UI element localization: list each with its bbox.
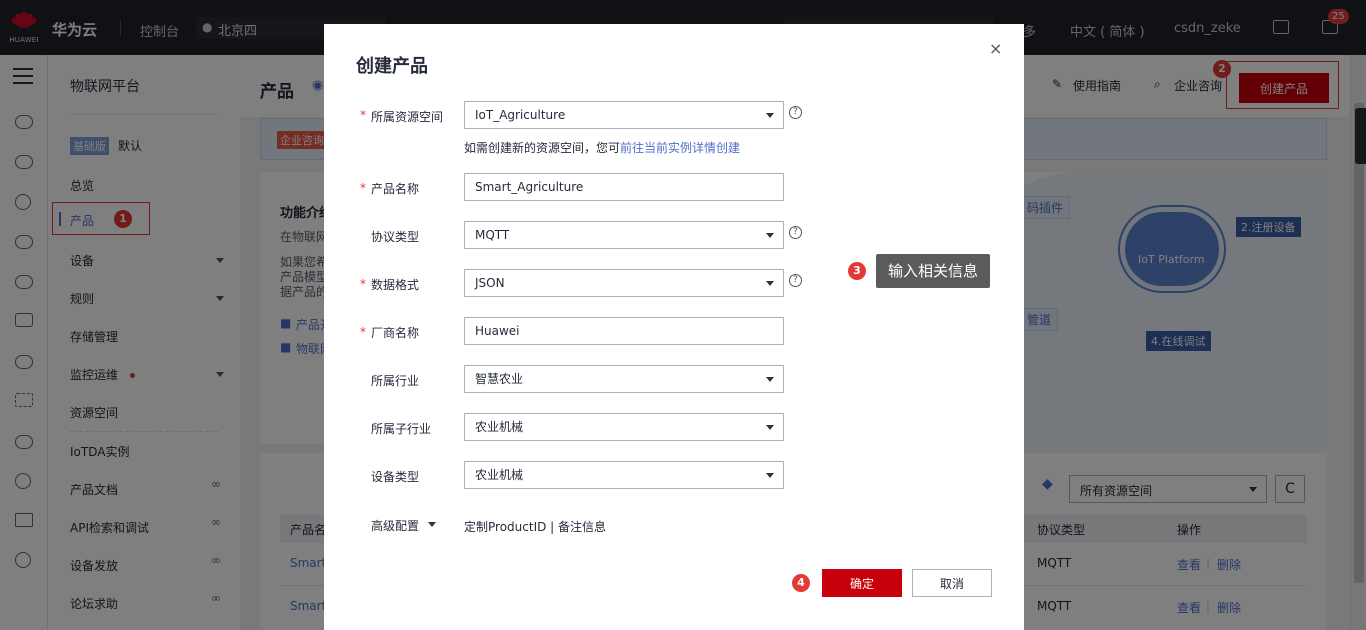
tooltip-annotation: 输入相关信息 bbox=[876, 254, 990, 288]
chevron-down-icon bbox=[766, 281, 774, 286]
sub-industry-select[interactable]: 农业机械 bbox=[464, 413, 784, 441]
industry-value: 智慧农业 bbox=[475, 372, 524, 386]
cancel-button[interactable]: 取消 bbox=[912, 569, 992, 597]
vendor-input[interactable]: Huawei bbox=[464, 317, 784, 345]
data-format-select[interactable]: JSON bbox=[464, 269, 784, 297]
required-mark: * bbox=[360, 181, 366, 195]
step-badge-3: 3 bbox=[848, 262, 866, 280]
product-name-input[interactable]: Smart_Agriculture bbox=[464, 173, 784, 201]
data-format-value: JSON bbox=[475, 276, 505, 290]
required-mark: * bbox=[360, 108, 366, 122]
chevron-down-icon bbox=[766, 425, 774, 430]
resource-space-hint: 如需创建新的资源空间，您可前往当前实例详情创建 bbox=[464, 139, 740, 156]
resource-space-value: IoT_Agriculture bbox=[475, 108, 566, 122]
resource-space-label: 所属资源空间 bbox=[371, 110, 444, 124]
hint-text: 如需创建新的资源空间，您可 bbox=[464, 141, 621, 155]
advanced-config-links[interactable]: 定制ProductID | 备注信息 bbox=[464, 518, 606, 535]
device-type-label: 设备类型 bbox=[371, 470, 420, 484]
step-badge-4: 4 bbox=[792, 574, 810, 592]
industry-label: 所属行业 bbox=[371, 374, 420, 388]
advanced-config-toggle[interactable]: 高级配置 bbox=[371, 517, 419, 534]
create-product-dialog: 创建产品 × * 所属资源空间 IoT_Agriculture ? 如需创建新的… bbox=[324, 24, 1024, 630]
device-type-select[interactable]: 农业机械 bbox=[464, 461, 784, 489]
required-mark: * bbox=[360, 325, 366, 339]
product-name-label: 产品名称 bbox=[371, 182, 420, 196]
chevron-down-icon bbox=[766, 233, 774, 238]
industry-select[interactable]: 智慧农业 bbox=[464, 365, 784, 393]
protocol-select[interactable]: MQTT bbox=[464, 221, 784, 249]
chevron-down-icon bbox=[766, 377, 774, 382]
device-type-value: 农业机械 bbox=[475, 468, 524, 482]
dialog-title: 创建产品 bbox=[356, 56, 428, 77]
product-name-value: Smart_Agriculture bbox=[475, 180, 584, 194]
chevron-down-icon[interactable] bbox=[428, 522, 436, 527]
help-icon[interactable]: ? bbox=[789, 226, 802, 239]
help-icon[interactable]: ? bbox=[789, 106, 802, 119]
hint-link[interactable]: 前往当前实例详情创建 bbox=[620, 141, 740, 155]
data-format-label: 数据格式 bbox=[371, 278, 420, 292]
sub-industry-label: 所属子行业 bbox=[371, 422, 432, 436]
protocol-label: 协议类型 bbox=[371, 230, 420, 244]
sub-industry-value: 农业机械 bbox=[475, 420, 524, 434]
close-icon[interactable]: × bbox=[989, 39, 1002, 58]
confirm-button[interactable]: 确定 bbox=[822, 569, 902, 597]
chevron-down-icon bbox=[766, 113, 774, 118]
help-icon[interactable]: ? bbox=[789, 274, 802, 287]
chevron-down-icon bbox=[766, 473, 774, 478]
vendor-label: 厂商名称 bbox=[371, 326, 420, 340]
vendor-value: Huawei bbox=[475, 324, 520, 338]
resource-space-select[interactable]: IoT_Agriculture bbox=[464, 101, 784, 129]
protocol-value: MQTT bbox=[475, 228, 510, 242]
required-mark: * bbox=[360, 277, 366, 291]
